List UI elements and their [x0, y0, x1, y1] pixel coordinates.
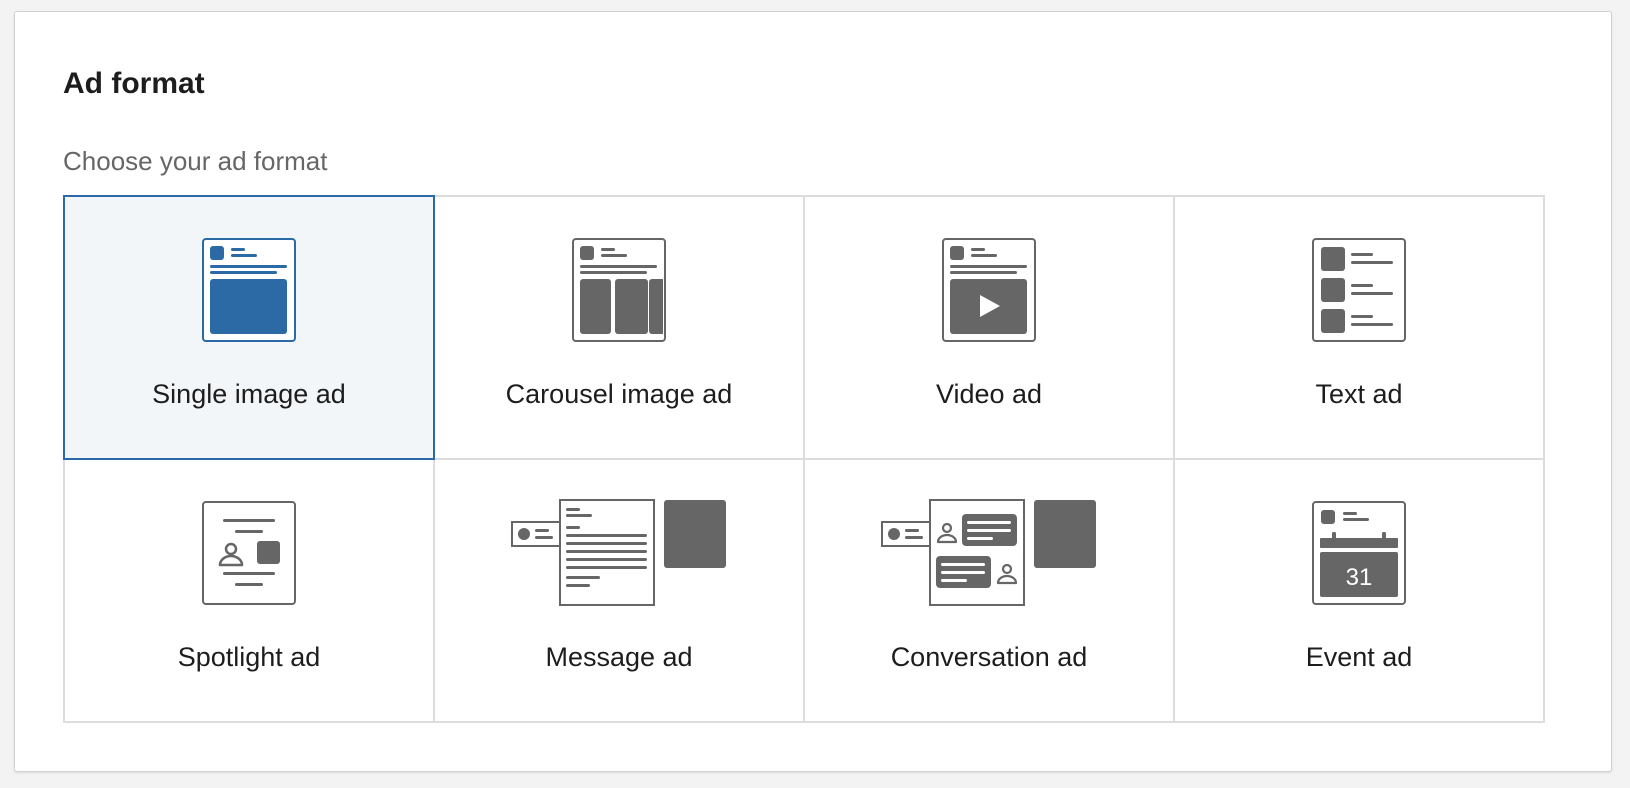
calendar-day: 31 [1346, 564, 1373, 591]
panel-subtitle: Choose your ad format [63, 146, 328, 176]
spotlight-ad-icon [202, 501, 296, 605]
format-label: Carousel image ad [505, 379, 733, 409]
format-option-text-ad[interactable]: Text ad [1173, 195, 1545, 460]
format-option-single-image-ad[interactable]: Single image ad [63, 195, 435, 460]
text-ad-icon [1312, 238, 1406, 342]
format-option-spotlight-ad[interactable]: Spotlight ad [63, 458, 435, 723]
message-ad-icon [511, 499, 726, 606]
single-image-ad-icon [202, 238, 296, 342]
conversation-ad-icon [881, 499, 1096, 606]
format-label: Conversation ad [890, 642, 1088, 672]
format-option-conversation-ad[interactable]: Conversation ad [803, 458, 1175, 723]
panel-title: Ad format [63, 67, 205, 100]
carousel-image-ad-icon [572, 238, 666, 342]
ad-format-grid: Single image ad Carousel image ad Video … [63, 195, 1545, 723]
ad-format-panel: Ad format Choose your ad format Single i… [14, 11, 1612, 772]
format-option-event-ad[interactable]: 31 Event ad [1173, 458, 1545, 723]
format-label: Event ad [1305, 642, 1413, 672]
format-option-message-ad[interactable]: Message ad [433, 458, 805, 723]
format-label: Spotlight ad [177, 642, 321, 672]
format-label: Video ad [935, 379, 1043, 409]
format-label: Message ad [545, 642, 693, 672]
format-option-carousel-image-ad[interactable]: Carousel image ad [433, 195, 805, 460]
format-label: Single image ad [152, 379, 346, 409]
format-label: Text ad [1315, 379, 1403, 409]
format-option-video-ad[interactable]: Video ad [803, 195, 1175, 460]
event-ad-icon: 31 [1312, 501, 1406, 605]
video-ad-icon [942, 238, 1036, 342]
